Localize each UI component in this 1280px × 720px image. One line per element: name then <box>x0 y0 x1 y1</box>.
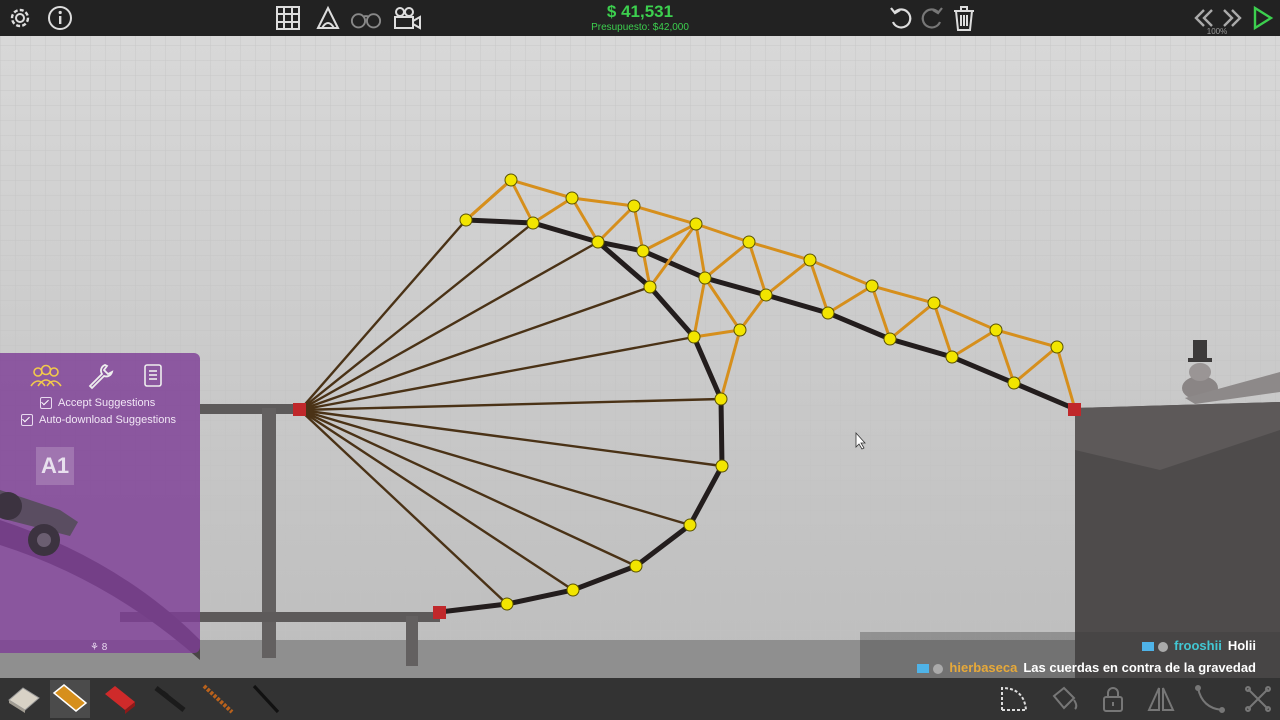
chat-line-1: frooshii Holii <box>836 638 1256 653</box>
accept-suggestions-checkbox[interactable] <box>40 397 52 409</box>
vehicle-preview <box>0 490 78 556</box>
simulation-speed: 100% <box>1206 27 1228 36</box>
budget-label: Presupuesto: $42,000 <box>591 22 689 33</box>
trash-icon[interactable] <box>948 3 980 33</box>
accept-suggestions-row[interactable]: Accept Suggestions <box>40 397 155 409</box>
crown-icon <box>1142 642 1155 652</box>
grid-icon[interactable] <box>272 3 304 33</box>
bottom-toolbar <box>0 678 1280 720</box>
panel-icons <box>0 357 200 397</box>
redo-icon[interactable] <box>916 3 948 33</box>
road-material-button[interactable] <box>4 680 44 718</box>
auto-download-row[interactable]: Auto-download Suggestions <box>21 414 176 426</box>
chat-line-2: hierbaseca Las cuerdas en contra de la gr… <box>836 660 1256 675</box>
steel-material-button[interactable] <box>150 680 190 718</box>
chat-username: hierbaseca <box>949 660 1018 675</box>
anchor-left-upper <box>293 403 306 416</box>
anchor-right <box>1068 403 1081 416</box>
lock-icon[interactable] <box>1095 682 1131 716</box>
paint-bucket-icon[interactable] <box>1046 682 1082 716</box>
mirror-icon[interactable] <box>1143 682 1179 716</box>
cable-material-button[interactable] <box>246 680 286 718</box>
rope-material-button[interactable] <box>198 680 238 718</box>
gear-icon[interactable] <box>4 3 36 33</box>
stress-icon[interactable] <box>312 3 344 33</box>
binoculars-icon[interactable] <box>350 3 382 33</box>
wood-material-button[interactable] <box>50 680 90 718</box>
viewer-icon <box>933 663 944 674</box>
anchor-left-lower <box>433 606 446 619</box>
camera-icon[interactable] <box>391 3 423 33</box>
suggestion-count: ⚘ 8 <box>90 642 108 653</box>
viewer-icon <box>1158 641 1169 652</box>
auto-download-checkbox[interactable] <box>21 414 33 426</box>
workshop-users-icon[interactable] <box>28 361 64 391</box>
notes-icon[interactable] <box>135 361 171 391</box>
play-icon[interactable] <box>1246 3 1278 33</box>
accept-suggestions-label: Accept Suggestions <box>58 397 156 409</box>
suggestion-count-value: 8 <box>101 642 108 653</box>
curve-tool-icon[interactable] <box>1192 682 1228 716</box>
reinforced-road-material-button[interactable] <box>100 680 140 718</box>
chat-message: Holii <box>1227 638 1256 653</box>
crown-icon <box>917 664 930 674</box>
close-x-icon[interactable] <box>1240 682 1276 716</box>
info-icon[interactable] <box>44 3 76 33</box>
money-remaining: $ 41,531 <box>606 2 674 21</box>
auto-download-label: Auto-download Suggestions <box>39 414 176 426</box>
arc-tool-icon[interactable] <box>996 682 1032 716</box>
chat-message: Las cuerdas en contra de la gravedad <box>1023 660 1256 675</box>
undo-icon[interactable] <box>885 3 917 33</box>
wrench-icon[interactable] <box>82 361 118 391</box>
budget-display: $ 41,531 Presupuesto: $42,000 <box>560 2 720 34</box>
chat-username: frooshii <box>1174 638 1222 653</box>
